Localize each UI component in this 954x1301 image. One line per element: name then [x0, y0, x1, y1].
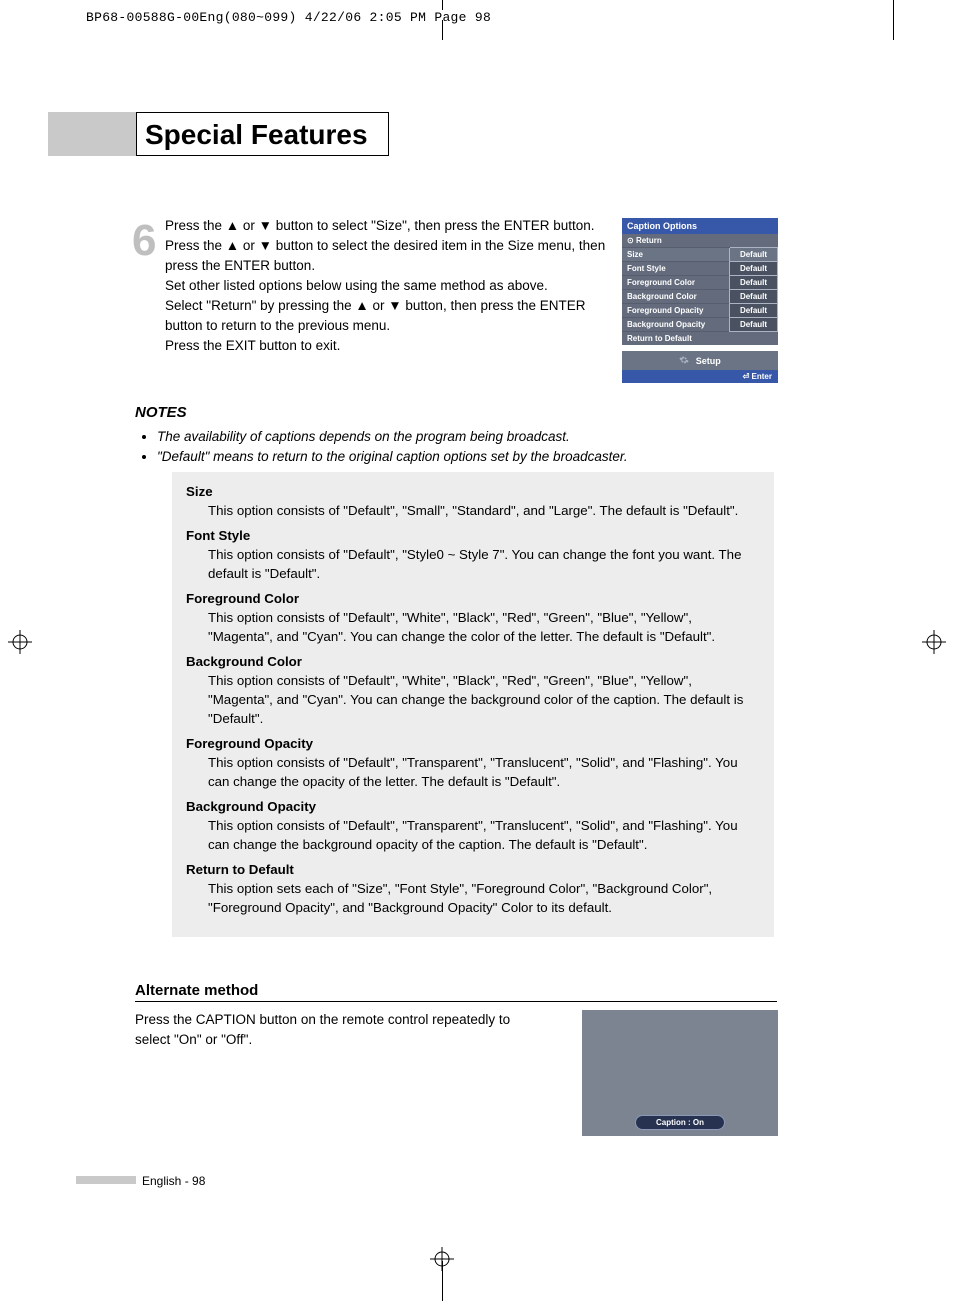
osd-row: Foreground ColorDefault	[622, 276, 778, 290]
osd-value: Default	[730, 262, 778, 276]
notes-section: NOTES The availability of captions depen…	[135, 404, 775, 467]
osd-row: SizeDefault	[622, 248, 778, 262]
print-header: BP68-00588G-00Eng(080~099) 4/22/06 2:05 …	[86, 10, 491, 25]
crop-tick	[893, 0, 894, 40]
title-stub	[48, 112, 136, 156]
osd-label: Foreground Opacity	[622, 304, 730, 318]
registration-mark-icon	[8, 630, 32, 654]
osd-label: Size	[622, 248, 730, 262]
osd-title: Caption Options	[622, 218, 778, 234]
options-box: SizeThis option consists of "Default", "…	[172, 472, 774, 937]
caption-status-pill: Caption : On	[635, 1115, 725, 1130]
osd-value: Default	[730, 318, 778, 332]
option-heading: Size	[186, 482, 760, 501]
instruction-line: Press the ▲ or ▼ button to select "Size"…	[165, 216, 615, 236]
osd-label: Background Color	[622, 290, 730, 304]
osd-value: Default	[730, 290, 778, 304]
option-description: This option consists of "Default", "Whit…	[208, 671, 760, 728]
option-description: This option consists of "Default", "Tran…	[208, 753, 760, 791]
osd-label: Font Style	[622, 262, 730, 276]
option-heading: Foreground Color	[186, 589, 760, 608]
instruction-line: Select "Return" by pressing the ▲ or ▼ b…	[165, 296, 615, 336]
osd-row: Font StyleDefault	[622, 262, 778, 276]
note-item: "Default" means to return to the origina…	[157, 447, 775, 467]
osd-row: Background ColorDefault	[622, 290, 778, 304]
osd-value: Default	[730, 304, 778, 318]
instruction-line: Press the ▲ or ▼ button to select the de…	[165, 236, 615, 276]
option-heading: Font Style	[186, 526, 760, 545]
crop-tick	[442, 0, 443, 10]
option-heading: Background Opacity	[186, 797, 760, 816]
option-heading: Background Color	[186, 652, 760, 671]
option-heading: Foreground Opacity	[186, 734, 760, 753]
tv-preview: Caption : On	[582, 1010, 778, 1136]
osd-row: Foreground OpacityDefault	[622, 304, 778, 318]
instruction-line: Set other listed options below using the…	[165, 276, 615, 296]
note-item: The availability of captions depends on …	[157, 427, 775, 447]
osd-row: Return to Default	[622, 332, 778, 346]
osd-setup-label: Setup	[696, 356, 721, 366]
osd-label: Foreground Color	[622, 276, 730, 290]
step-instructions: Press the ▲ or ▼ button to select "Size"…	[135, 216, 615, 356]
osd-return-row: Return	[622, 234, 778, 247]
option-description: This option sets each of "Size", "Font S…	[208, 879, 760, 917]
notes-heading: NOTES	[135, 404, 775, 421]
osd-enter-row: ⏎ Enter	[622, 370, 778, 383]
osd-value: Default	[730, 248, 778, 262]
osd-enter-label: Enter	[752, 372, 772, 381]
option-heading: Return to Default	[186, 860, 760, 879]
registration-mark-icon	[922, 630, 946, 654]
osd-row: Background OpacityDefault	[622, 318, 778, 332]
option-description: This option consists of "Default", "Tran…	[208, 816, 760, 854]
section-title-bar: Special Features	[48, 112, 389, 156]
instruction-line: Press the EXIT button to exit.	[165, 336, 615, 356]
osd-options-table: SizeDefault Font StyleDefault Foreground…	[622, 247, 778, 345]
option-description: This option consists of "Default", "Whit…	[208, 608, 760, 646]
alternate-method-heading: Alternate method	[135, 982, 777, 1002]
footer-stub	[76, 1176, 136, 1184]
osd-value: Default	[730, 276, 778, 290]
option-description: This option consists of "Default", "Styl…	[208, 545, 760, 583]
osd-label: Return to Default	[622, 332, 778, 346]
osd-label: Background Opacity	[622, 318, 730, 332]
gear-icon	[679, 355, 689, 365]
registration-mark-icon	[430, 1247, 454, 1271]
osd-setup-row: Setup	[622, 351, 778, 370]
option-description: This option consists of "Default", "Smal…	[208, 501, 760, 520]
page-footer: English - 98	[142, 1174, 205, 1188]
alternate-method-text: Press the CAPTION button on the remote c…	[135, 1010, 535, 1050]
page-title: Special Features	[136, 112, 389, 156]
osd-menu: Caption Options Return SizeDefault Font …	[622, 218, 778, 383]
